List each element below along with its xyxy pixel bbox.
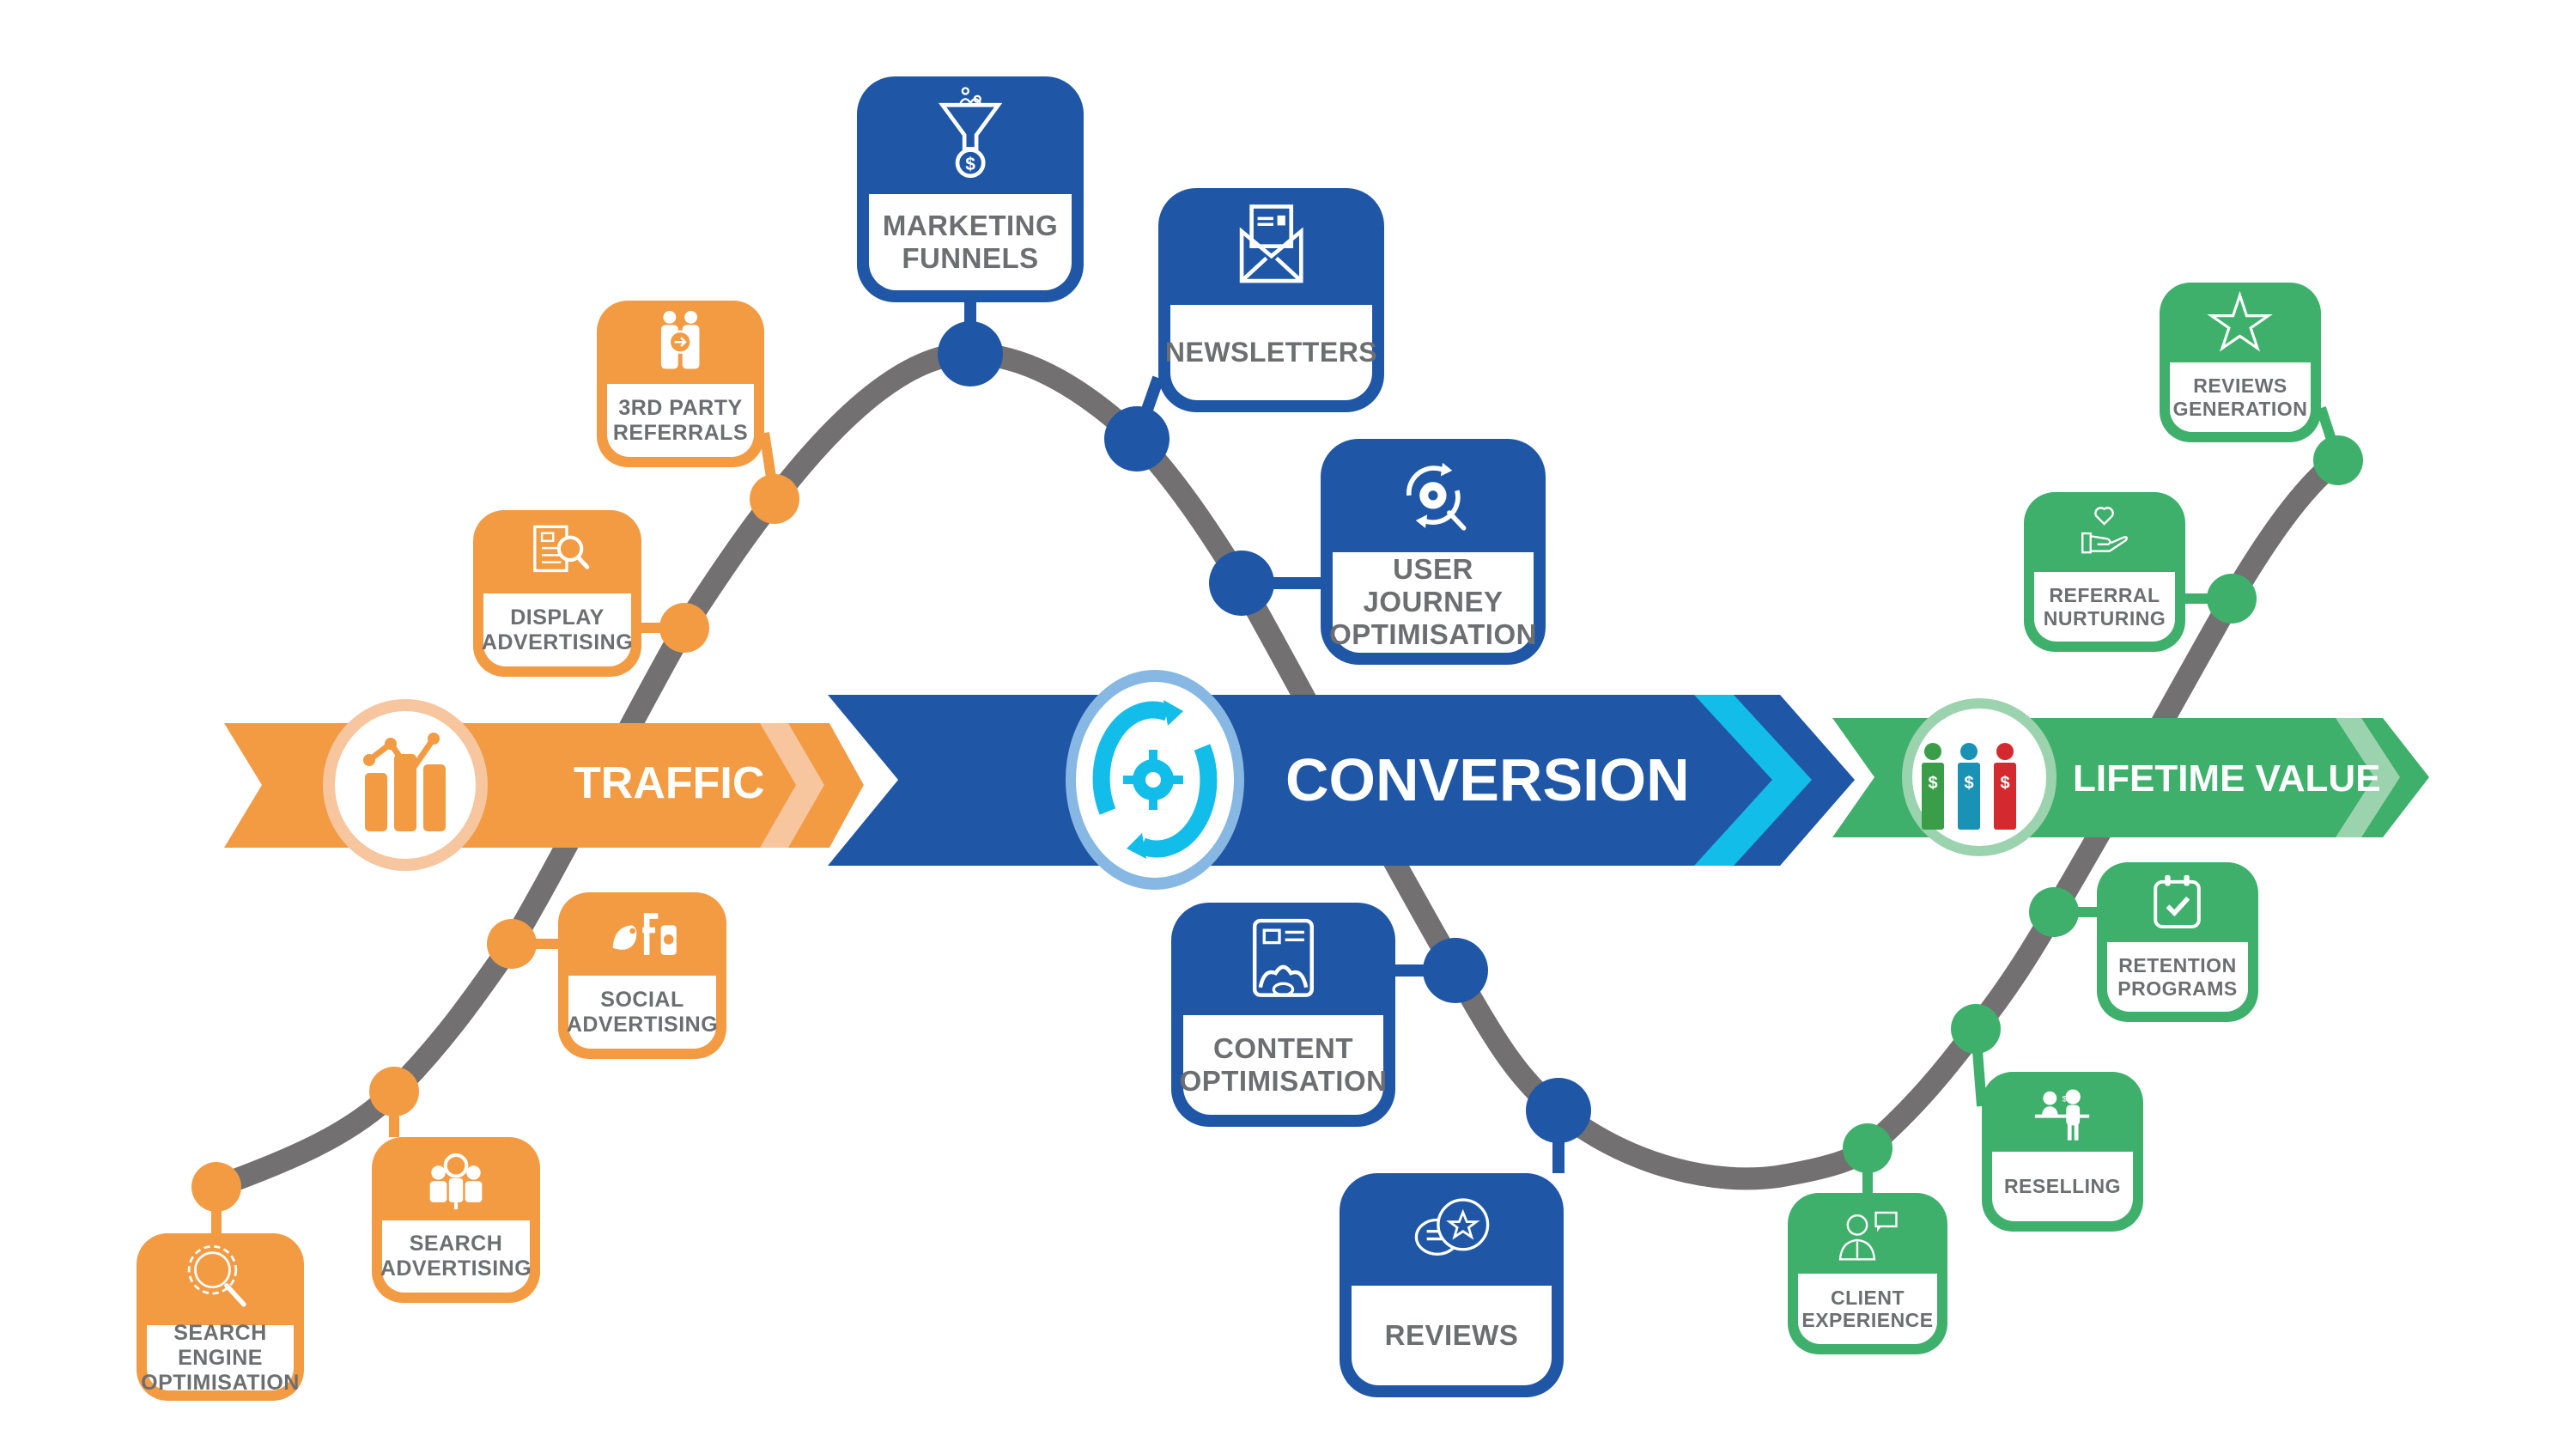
card-label: NEWSLETTERS [1164,336,1378,368]
card-retention-programs[interactable]: RETENTION PROGRAMS [2097,862,2258,1022]
client-support-icon [1838,1211,1898,1261]
card-search-engine-optimisation[interactable]: SEARCH ENGINE OPTIMISATION [137,1233,304,1401]
journey-node-referral-nurturing[interactable] [2207,574,2257,624]
card-icon-area [137,1233,304,1325]
journey-node-search-engine-optimisation[interactable] [191,1162,241,1212]
journey-node-client-experience[interactable] [1843,1123,1893,1173]
card-icon-area [1158,188,1384,305]
card-label: REVIEWS [1384,1318,1519,1351]
card-newsletters[interactable]: NEWSLETTERS [1158,188,1384,412]
card-label: USER JOURNEY OPTIMISATION [1329,553,1537,651]
journey-node-display-advertising[interactable] [659,603,709,653]
card-label-area: DISPLAY ADVERTISING [481,593,634,666]
sales-counter-icon: $ [2035,1089,2090,1141]
journey-node-reviews[interactable] [1526,1078,1591,1143]
journey-node-newsletters[interactable] [1104,406,1170,472]
newspaper-search-icon [532,525,590,573]
card-label: RETENTION PROGRAMS [2117,954,2238,1000]
card-icon-area [2024,492,2185,572]
journey-node-marketing-funnels[interactable] [938,321,1003,386]
card-icon-area [473,510,641,593]
referral-people-icon [661,311,700,369]
card-label: REFERRAL NURTURING [2043,584,2166,630]
card-label-area: REFERRAL NURTURING [2034,572,2175,642]
social-media-icon [612,913,677,956]
card-label: SEARCH ADVERTISING [380,1232,532,1281]
card-marketing-funnels[interactable]: $ MARKETING FUNNELS [857,76,1084,302]
card-label: SEARCH ENGINE OPTIMISATION [141,1321,300,1395]
stage-label-conversion: CONVERSION [1285,746,1690,813]
card-client-experience[interactable]: CLIENT EXPERIENCE [1788,1193,1947,1354]
card-label-area: SEARCH ENGINE OPTIMISATION [141,1321,299,1395]
card-icon-area: $ [857,76,1084,194]
card-icon-area [1171,903,1395,1015]
card-label-area: USER JOURNEY OPTIMISATION [1329,551,1536,653]
card-icon-area [1321,439,1546,552]
journey-node-3rd-party-referrals[interactable] [750,474,799,524]
card-reviews[interactable]: REVIEWS [1340,1173,1564,1397]
review-bubbles-icon [1414,1198,1490,1256]
card-icon-area: $ [1982,1072,2143,1152]
card-label: CONTENT OPTIMISATION [1179,1031,1388,1097]
journey-node-reviews-generation[interactable] [2313,435,2363,485]
heart-hand-icon [2081,507,2129,554]
card-label-area: SEARCH ADVERTISING [380,1220,532,1293]
stage-label-traffic: TRAFFIC [574,758,765,808]
card-search-advertising[interactable]: SEARCH ADVERTISING [372,1137,540,1303]
card-label-area: NEWSLETTERS [1165,304,1377,400]
card-label-area: RETENTION PROGRAMS [2107,942,2248,1012]
card-label-area: CONTENT OPTIMISATION [1180,1014,1387,1115]
customer-journey-diagram: $ $ $ TRAFFIC CONVERSION LIFETIME VALUE … [0,0,2576,1448]
card-user-journey-optimisation[interactable]: USER JOURNEY OPTIMISATION [1321,439,1546,665]
journey-node-social-advertising[interactable] [487,919,537,969]
card-content-optimisation[interactable]: CONTENT OPTIMISATION [1171,903,1395,1127]
card-label: REVIEWS GENERATION [2172,374,2308,420]
calendar-check-icon [2154,874,2202,928]
card-label-area: REVIEWS [1352,1285,1552,1385]
card-label-area: SOCIAL ADVERTISING [566,976,719,1049]
card-label: SOCIAL ADVERTISING [566,987,719,1037]
envelope-icon [1239,204,1303,283]
stage-label-lifetime: LIFETIME VALUE [2073,757,2381,800]
card-reviews-generation[interactable]: REVIEWS GENERATION [2160,283,2321,442]
card-icon-area [2097,862,2258,942]
card-label-area: CLIENT EXPERIENCE [1798,1274,1937,1344]
gear-cycle-search-icon [1406,462,1467,531]
card-label: CLIENT EXPERIENCE [1801,1286,1934,1331]
card-label-area: RESELLING [1992,1152,2133,1221]
funnel-dollar-icon: $ [938,87,1003,179]
content-settings-icon [1252,918,1314,997]
journey-node-reselling[interactable] [1951,1004,2001,1054]
card-label-area: 3RD PARTY REFERRALS [607,384,754,457]
journey-node-user-journey-optimisation[interactable] [1209,551,1274,616]
card-label-area: REVIEWS GENERATION [2170,362,2311,432]
people-search-icon [429,1153,483,1210]
card-label-area: MARKETING FUNNELS [869,193,1072,290]
card-icon-area [372,1137,540,1220]
card-label: RESELLING [2003,1175,2122,1198]
card-label: MARKETING FUNNELS [882,209,1059,274]
card-label: 3RD PARTY REFERRALS [612,395,749,445]
journey-node-retention-programs[interactable] [2029,887,2079,937]
seo-gear-magnifier-icon [187,1244,246,1307]
journey-node-search-advertising[interactable] [369,1067,419,1116]
card-social-advertising[interactable]: SOCIAL ADVERTISING [558,892,726,1059]
card-reselling[interactable]: $ RESELLING [1982,1072,2143,1232]
card-display-advertising[interactable]: DISPLAY ADVERTISING [473,510,641,677]
journey-node-content-optimisation[interactable] [1423,938,1488,1003]
star-icon [2207,290,2274,352]
svg-text:$: $ [2063,1095,2068,1104]
card-3rd-party-referrals[interactable]: 3RD PARTY REFERRALS [597,301,764,467]
card-icon-area [1340,1173,1564,1286]
card-icon-area [1788,1193,1947,1274]
svg-text:$: $ [965,155,975,174]
card-referral-nurturing[interactable]: REFERRAL NURTURING [2024,492,2185,652]
card-icon-area [2160,283,2321,362]
card-icon-area [597,301,764,384]
card-label: DISPLAY ADVERTISING [481,605,634,654]
card-icon-area [558,892,726,976]
